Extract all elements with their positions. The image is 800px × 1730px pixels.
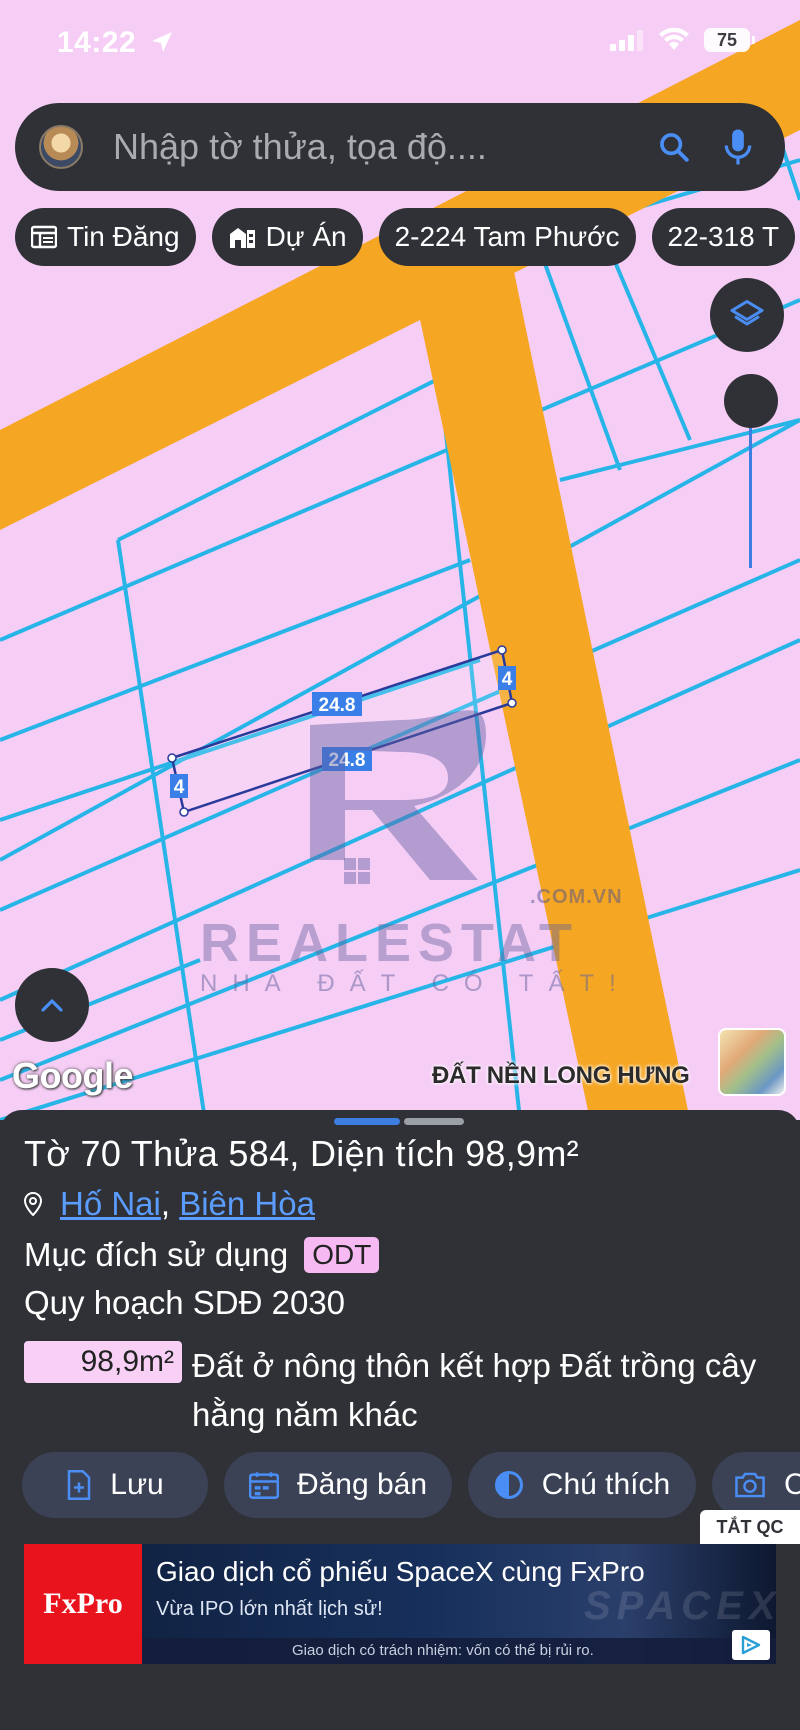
zoom-slider-track[interactable] [749, 428, 752, 568]
dimension-label-right: 4 [502, 669, 513, 690]
zoom-slider-handle[interactable] [724, 374, 778, 428]
layers-button[interactable] [710, 278, 784, 352]
signal-icon [610, 30, 643, 51]
ad-title: Giao dịch cổ phiếu SpaceX cùng FxPro [156, 1556, 645, 1587]
watermark-tagline: NHÀ ĐẤT CÓ TẤT! [200, 970, 631, 997]
land-use-badge: ODT [304, 1237, 380, 1273]
plan-title: Quy hoạch SDĐ 2030 [24, 1284, 346, 1321]
chip-label: Dự Án [265, 221, 347, 252]
status-time: 14:22 [57, 26, 137, 59]
map-thumbnail-button[interactable] [718, 1028, 786, 1096]
ad-brand-logo: FxPro [24, 1544, 142, 1664]
camera-icon [734, 1471, 766, 1499]
chip-tin-dang[interactable]: Tin Đăng [15, 208, 196, 266]
search-button[interactable] [649, 122, 699, 172]
building-icon [228, 224, 256, 250]
camera-label: C [784, 1468, 800, 1501]
ad-banner[interactable]: FxPro SPACEX Giao dịch cổ phiếu SpaceX c… [24, 1544, 776, 1664]
google-logo: Google [12, 1055, 134, 1096]
plan-area-badge: 98,9m² [24, 1341, 182, 1383]
layers-icon [730, 300, 764, 326]
battery-indicator: 75 [704, 28, 755, 52]
file-add-icon [66, 1470, 92, 1500]
legend-label: Chú thích [541, 1468, 671, 1501]
location-pin-icon [24, 1192, 42, 1216]
chip-du-an[interactable]: Dự Án [211, 208, 363, 266]
save-label: Lưu [110, 1468, 164, 1501]
chip-parcel-22-318[interactable]: 22-318 T [651, 208, 796, 266]
location-arrow-icon [152, 32, 172, 52]
search-input[interactable]: Nhập tờ thửa, tọa độ.... [113, 126, 649, 168]
quick-chips: Tin Đăng Dự Án 2-224 Tam Phước 22-318 T [15, 208, 800, 266]
wifi-icon [659, 28, 689, 50]
panel-drag-handle[interactable] [334, 1118, 400, 1125]
status-indicators: 75 [610, 28, 755, 52]
save-button[interactable]: Lưu [22, 1452, 208, 1518]
chip-parcel-2-224[interactable]: 2-224 Tam Phước [378, 208, 636, 266]
location-separator: , [160, 1185, 180, 1222]
legend-button[interactable]: Chú thích [468, 1452, 696, 1518]
search-bar[interactable]: Nhập tờ thửa, tọa độ.... [15, 103, 785, 191]
expand-panel-button[interactable] [15, 968, 89, 1042]
chip-label: 2-224 Tam Phước [394, 221, 620, 252]
ward-link[interactable]: Hố Nai [60, 1185, 161, 1223]
voice-search-button[interactable] [713, 122, 763, 172]
ad-subtitle: Vừa IPO lớn nhất lịch sử! [156, 1598, 383, 1620]
dimension-label-top: 24.8 [319, 695, 356, 716]
ad-disclaimer: Giao dịch có trách nhiệm: vốn có thể bị … [142, 1638, 776, 1664]
camera-button[interactable]: C [712, 1452, 800, 1518]
panel-drag-handle-secondary[interactable] [404, 1118, 464, 1125]
avatar[interactable] [39, 125, 83, 169]
status-bar: 14:22 75 [0, 0, 800, 90]
ad-choices-icon[interactable] [732, 1630, 770, 1660]
dimension-label-left: 4 [174, 777, 185, 798]
calendar-icon [248, 1471, 279, 1499]
chip-label: Tin Đăng [67, 221, 180, 252]
microphone-icon [724, 129, 752, 165]
map-caption: ĐẤT NỀN LONG HƯNG [432, 1062, 690, 1089]
action-bar: Lưu Đăng bán Chú thích C [22, 1452, 800, 1518]
contrast-icon [494, 1470, 524, 1500]
watermark-domain: .COM.VN [530, 886, 623, 908]
post-sale-label: Đăng bán [296, 1468, 428, 1501]
post-sale-button[interactable]: Đăng bán [224, 1452, 452, 1518]
chevron-up-icon [41, 999, 63, 1012]
ad-decoration: SPACEX [584, 1584, 776, 1628]
city-link[interactable]: Biên Hòa [179, 1185, 315, 1223]
land-use-label: Mục đích sử dụng [24, 1236, 289, 1273]
parcel-title: Tờ 70 Thửa 584, Diện tích 98,9m² [24, 1133, 579, 1174]
search-icon [660, 133, 689, 162]
watermark-logo [310, 710, 486, 884]
parcel-location: Hố Nai , Biên Hòa [24, 1185, 315, 1223]
hide-ad-button[interactable]: TẮT QC [700, 1510, 800, 1544]
newspaper-icon [31, 225, 57, 249]
land-use-row: Mục đích sử dụng ODT [24, 1236, 380, 1274]
plan-description: Đất ở nông thôn kết hợp Đất trồng cây hằ… [192, 1347, 757, 1433]
chip-label: 22-318 T [667, 221, 780, 252]
watermark-brand: REALESTAT [200, 913, 579, 973]
